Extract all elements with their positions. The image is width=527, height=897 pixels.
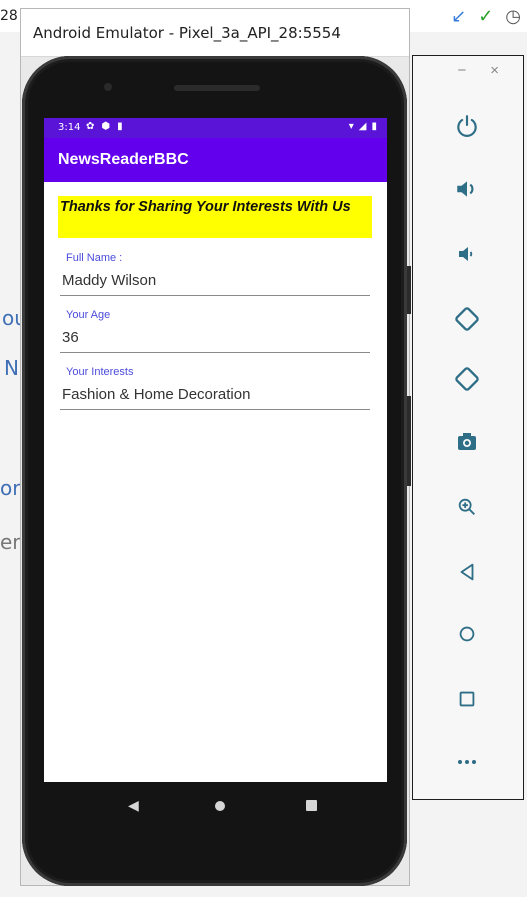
- phone-screen: 3:14 ✿ ⬢ ▮ ▾ ◢ ▮ NewsReaderBBC Thanks fo…: [44, 118, 387, 782]
- full-name-underline: [60, 295, 370, 296]
- notification-icon: ⬢: [101, 121, 111, 132]
- zoom-button[interactable]: [449, 489, 485, 525]
- status-icons-right: ▾ ◢ ▮: [349, 121, 377, 132]
- home-button[interactable]: [449, 616, 485, 652]
- arrow-icon[interactable]: ↙: [451, 6, 466, 26]
- status-icons-left: ✿ ⬢ ▮: [86, 121, 123, 132]
- app-bar: NewsReaderBBC: [44, 138, 387, 182]
- phone-speaker: [174, 85, 260, 91]
- status-time: 3:14: [58, 122, 81, 133]
- full-name-value[interactable]: Maddy Wilson: [62, 272, 370, 289]
- battery-icon: ▮: [371, 121, 377, 132]
- ide-bg-text: or: [0, 476, 21, 500]
- ide-bg-text: er: [0, 530, 21, 554]
- volume-up-icon: [457, 181, 474, 197]
- camera-icon: [458, 433, 476, 450]
- volume-down-icon: [459, 247, 473, 261]
- interests-field[interactable]: Your Interests Fashion & Home Decoration: [60, 366, 370, 410]
- screenshot-button[interactable]: [449, 424, 485, 460]
- overview-icon: [459, 691, 475, 707]
- ide-line-number: 28: [0, 8, 18, 24]
- power-icon: [457, 115, 477, 137]
- nav-home-icon[interactable]: [215, 801, 225, 811]
- home-icon: [459, 626, 475, 642]
- back-button[interactable]: [449, 554, 485, 590]
- ide-toolbar-icons: ↙ ✓ ◷: [451, 6, 521, 26]
- rotate-right-icon: [455, 367, 479, 391]
- close-icon[interactable]: ×: [490, 62, 499, 79]
- status-bar: 3:14 ✿ ⬢ ▮ ▾ ◢ ▮: [44, 118, 387, 138]
- interests-value[interactable]: Fashion & Home Decoration: [62, 386, 370, 403]
- back-icon: [460, 563, 474, 581]
- power-button[interactable]: [449, 108, 485, 144]
- interests-underline: [60, 409, 370, 410]
- volume-up-button[interactable]: [449, 171, 485, 207]
- rotate-right-button[interactable]: [449, 361, 485, 397]
- nav-back-icon[interactable]: ◀: [128, 797, 139, 814]
- full-name-field[interactable]: Full Name : Maddy Wilson: [60, 252, 370, 296]
- more-icon: [458, 760, 476, 764]
- interests-label: Your Interests: [66, 366, 134, 378]
- full-name-label: Full Name :: [66, 252, 123, 264]
- age-value[interactable]: 36: [62, 329, 370, 346]
- wifi-icon: ▾: [348, 121, 354, 132]
- minimize-icon[interactable]: −: [457, 62, 466, 79]
- settings-icon: ✿: [86, 121, 95, 132]
- thanks-banner: Thanks for Sharing Your Interests With U…: [58, 196, 372, 238]
- phone-power-button[interactable]: [407, 266, 411, 314]
- emulator-title: Android Emulator - Pixel_3a_API_28:5554: [33, 24, 341, 42]
- sd-card-icon: ▮: [117, 121, 123, 132]
- clock-icon[interactable]: ◷: [505, 6, 521, 26]
- emulator-titlebar[interactable]: Android Emulator - Pixel_3a_API_28:5554: [21, 9, 409, 57]
- nav-recent-icon[interactable]: [306, 800, 317, 811]
- toolbar-window-controls: − ×: [457, 62, 499, 79]
- emulator-toolbar: − ×: [412, 55, 524, 800]
- more-button[interactable]: [449, 744, 485, 780]
- app-title: NewsReaderBBC: [58, 151, 189, 168]
- age-field[interactable]: Your Age 36: [60, 309, 370, 353]
- rotate-left-button[interactable]: [449, 301, 485, 337]
- phone-volume-button[interactable]: [407, 396, 411, 486]
- phone-camera: [104, 83, 112, 91]
- ide-bg-text: N: [4, 356, 19, 380]
- check-icon[interactable]: ✓: [478, 6, 493, 26]
- phone-frame: 3:14 ✿ ⬢ ▮ ▾ ◢ ▮ NewsReaderBBC Thanks fo…: [22, 56, 411, 886]
- age-underline: [60, 352, 370, 353]
- rotate-left-icon: [455, 307, 479, 331]
- volume-down-button[interactable]: [449, 236, 485, 272]
- overview-button[interactable]: [449, 681, 485, 717]
- android-nav-bar: ◀: [44, 782, 387, 830]
- signal-icon: ◢: [358, 121, 367, 132]
- age-label: Your Age: [66, 309, 111, 321]
- zoom-icon: [458, 498, 475, 515]
